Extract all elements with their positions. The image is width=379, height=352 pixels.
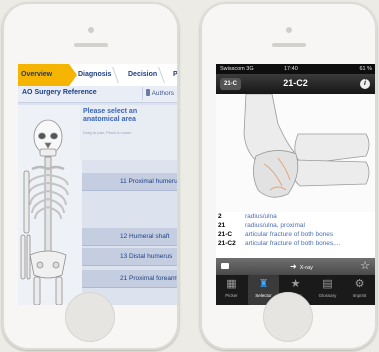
camera bbox=[88, 27, 94, 33]
toolbar: ➜ X-ray ☆ bbox=[216, 258, 375, 275]
region-row[interactable]: 12 Humeral shaft bbox=[82, 228, 177, 246]
authors-button[interactable]: Authors bbox=[141, 87, 177, 100]
tab-label: Picker bbox=[225, 293, 238, 298]
header-bar: AO Surgery Reference Authors bbox=[18, 86, 177, 103]
legend-text: articular fracture of both bones,... bbox=[245, 240, 341, 247]
crumb-overview[interactable]: Overview bbox=[18, 64, 77, 86]
legend-row[interactable]: 21-C articular fracture of both bones bbox=[216, 230, 375, 239]
authors-label: Authors bbox=[151, 90, 174, 97]
skeleton-image[interactable] bbox=[18, 105, 82, 305]
tab-picker[interactable]: ▦ Picker bbox=[216, 275, 247, 305]
legend-row[interactable]: 2 radius/ulna bbox=[216, 212, 375, 221]
right-phone: Swisscom 3G 17:40 61 % 21-C 21-C2 i 2 ra… bbox=[200, 2, 377, 350]
left-screen: Overview Diagnosis Decision P AO Surgery… bbox=[18, 64, 177, 305]
picker-icon: ▦ bbox=[226, 278, 237, 290]
book-icon: ▤ bbox=[322, 278, 333, 290]
home-button[interactable] bbox=[263, 292, 313, 342]
tab-imprint[interactable]: ⚙ Imprint bbox=[344, 275, 375, 305]
speaker bbox=[272, 43, 306, 47]
favorite-star-icon[interactable]: ☆ bbox=[360, 259, 370, 274]
camera bbox=[286, 27, 292, 33]
legend: 2 radius/ulna 21 radius/ulna, proximal 2… bbox=[216, 212, 375, 252]
battery-label: 61 % bbox=[359, 66, 372, 72]
selector-icon: ♜ bbox=[258, 278, 269, 290]
legend-text: radius/ulna, proximal bbox=[245, 222, 305, 229]
star-icon: ★ bbox=[290, 278, 301, 290]
xray-button[interactable]: ➜ X-ray bbox=[290, 261, 313, 274]
status-bar: Swisscom 3G 17:40 61 % bbox=[216, 64, 375, 74]
region-row[interactable]: 11 Proximal humerus bbox=[82, 173, 177, 191]
crumb-next[interactable]: P bbox=[169, 64, 177, 86]
nav-bar: 21-C 21-C2 i bbox=[216, 74, 375, 94]
anatomy-area[interactable]: Please select an anatomical area Drag to… bbox=[18, 103, 177, 305]
region-row[interactable]: 21 Proximal forearm bbox=[82, 270, 177, 288]
tab-glossary[interactable]: ▤ Glossary bbox=[312, 275, 343, 305]
person-icon bbox=[145, 89, 150, 96]
frame-icon[interactable] bbox=[221, 263, 229, 269]
home-button[interactable] bbox=[65, 292, 115, 342]
left-phone: Overview Diagnosis Decision P AO Surgery… bbox=[2, 2, 179, 350]
legend-code: 21 bbox=[218, 222, 226, 229]
skeleton-panel[interactable] bbox=[18, 105, 82, 305]
elbow-fracture-diagram bbox=[243, 93, 370, 198]
gears-icon: ⚙ bbox=[354, 278, 365, 290]
crumb-diagnosis[interactable]: Diagnosis bbox=[74, 64, 111, 86]
legend-code: 21-C bbox=[218, 231, 233, 238]
legend-code: 2 bbox=[218, 213, 222, 220]
clock: 17:40 bbox=[284, 66, 298, 72]
region-row[interactable]: 13 Distal humerus bbox=[82, 248, 177, 266]
legend-code: 21-C2 bbox=[218, 240, 236, 247]
carrier-label: Swisscom 3G bbox=[220, 66, 254, 72]
prompt-title: Please select an anatomical area bbox=[83, 108, 138, 123]
prompt-hint: Drag to pan, Pinch to zoom bbox=[83, 130, 132, 135]
header-title: AO Surgery Reference bbox=[22, 89, 97, 96]
prompt-panel: Please select an anatomical area Drag to… bbox=[80, 105, 177, 160]
speaker bbox=[74, 43, 108, 47]
xray-label: X-ray bbox=[299, 265, 313, 271]
right-screen: Swisscom 3G 17:40 61 % 21-C 21-C2 i 2 ra… bbox=[216, 64, 375, 305]
breadcrumb: Overview Diagnosis Decision P bbox=[18, 64, 177, 86]
legend-text: radius/ulna bbox=[245, 213, 277, 220]
crumb-decision[interactable]: Decision bbox=[124, 64, 157, 86]
tab-label: Glossary bbox=[318, 293, 337, 298]
tab-label: Imprint bbox=[352, 293, 367, 298]
legend-row[interactable]: 21 radius/ulna, proximal bbox=[216, 221, 375, 230]
arrow-right-icon: ➜ bbox=[290, 262, 297, 271]
info-icon[interactable]: i bbox=[360, 79, 370, 89]
legend-row[interactable]: 21-C2 articular fracture of both bones,.… bbox=[216, 239, 375, 248]
legend-text: articular fracture of both bones bbox=[245, 231, 334, 238]
nav-title: 21-C2 bbox=[283, 78, 308, 88]
xray-diagram[interactable] bbox=[216, 93, 375, 225]
